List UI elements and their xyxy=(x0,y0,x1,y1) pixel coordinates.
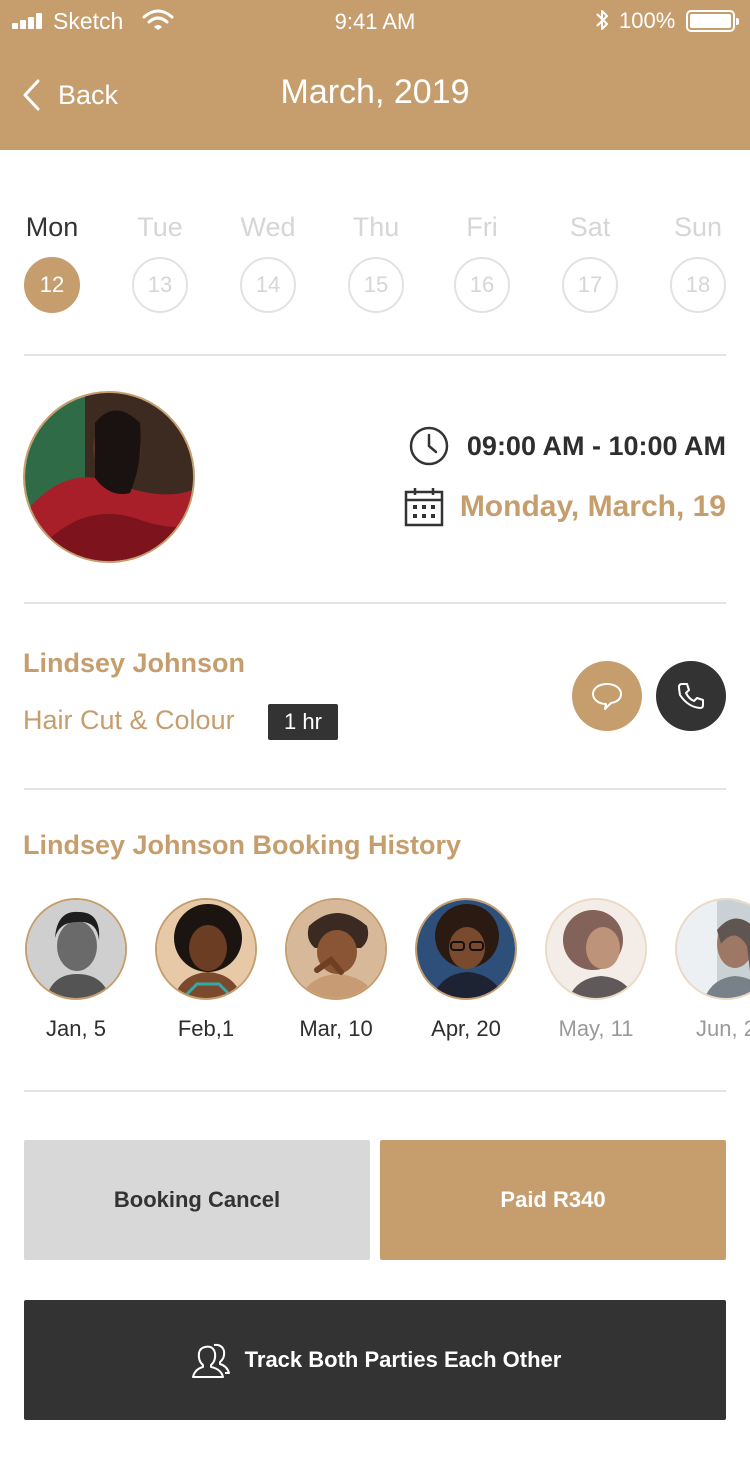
day-number[interactable]: 17 xyxy=(562,257,618,313)
day-sun[interactable]: Sun 18 xyxy=(670,208,726,313)
call-button[interactable] xyxy=(656,661,726,731)
client-avatar xyxy=(23,391,195,563)
history-date: Apr, 20 xyxy=(431,1016,501,1041)
chat-bubble-icon xyxy=(592,683,622,710)
history-item[interactable]: Apr, 20 xyxy=(401,898,531,1042)
day-number[interactable]: 15 xyxy=(348,257,404,313)
history-item[interactable]: May, 11 xyxy=(531,898,661,1042)
phone-icon xyxy=(678,683,704,709)
paid-button[interactable]: Paid R340 xyxy=(380,1140,726,1260)
history-title: Lindsey Johnson Booking History xyxy=(23,830,462,860)
day-number[interactable]: 14 xyxy=(240,257,296,313)
history-avatar xyxy=(415,898,517,1000)
day-name: Thu xyxy=(352,212,400,242)
history-item[interactable]: Jun, 2 xyxy=(661,898,750,1042)
history-item[interactable]: Jan, 5 xyxy=(11,898,141,1042)
header: Sketch 9:41 AM 100% Back March, 2019 xyxy=(0,0,750,150)
day-number[interactable]: 18 xyxy=(670,257,726,313)
day-name: Fri xyxy=(466,212,498,242)
battery-percent: 100% xyxy=(619,8,676,33)
appointment-date-text: Monday, March, 19 xyxy=(459,490,726,523)
day-wed[interactable]: Wed 14 xyxy=(240,208,296,313)
day-name: Sat xyxy=(569,212,611,242)
history-avatar xyxy=(675,898,750,1000)
divider xyxy=(24,788,726,790)
history-item[interactable]: Mar, 10 xyxy=(271,898,401,1042)
track-parties-button[interactable]: Track Both Parties Each Other xyxy=(24,1300,726,1420)
page-title: March, 2019 xyxy=(280,73,470,111)
day-mon[interactable]: Mon 12 xyxy=(24,208,80,313)
day-fri[interactable]: Fri 16 xyxy=(454,208,510,313)
status-bar: Sketch 9:41 AM 100% xyxy=(0,0,750,42)
booking-cancel-button[interactable]: Booking Cancel xyxy=(24,1140,370,1260)
track-parties-label: Track Both Parties Each Other xyxy=(244,1347,562,1372)
appointment-date: Monday, March, 19 xyxy=(404,487,726,527)
day-number[interactable]: 16 xyxy=(454,257,510,313)
day-name: Tue xyxy=(137,212,183,242)
calendar-icon xyxy=(404,488,444,527)
history-item[interactable]: Feb,1 xyxy=(141,898,271,1042)
day-number[interactable]: 12 xyxy=(24,257,80,313)
history-date: May, 11 xyxy=(558,1016,634,1041)
bluetooth-icon xyxy=(596,10,608,30)
history-avatar xyxy=(545,898,647,1000)
history-avatar xyxy=(285,898,387,1000)
history-date: Mar, 10 xyxy=(299,1016,373,1041)
day-name: Mon xyxy=(25,212,79,242)
history-date: Jun, 2 xyxy=(696,1016,750,1041)
day-tue[interactable]: Tue 13 xyxy=(132,208,188,313)
duration-badge: 1 hr xyxy=(268,704,338,740)
day-thu[interactable]: Thu 15 xyxy=(348,208,404,313)
appointment-time: 09:00 AM - 10:00 AM xyxy=(409,426,726,466)
history-date: Feb,1 xyxy=(177,1016,235,1041)
day-sat[interactable]: Sat 17 xyxy=(562,208,618,313)
client-name: Lindsey Johnson xyxy=(23,648,246,678)
history-date: Jan, 5 xyxy=(46,1016,106,1041)
divider xyxy=(24,602,726,604)
day-number[interactable]: 13 xyxy=(132,257,188,313)
appointment-time-range: 09:00 AM - 10:00 AM xyxy=(466,430,726,461)
service-name: Hair Cut & Colour xyxy=(23,705,235,735)
week-selector: Mon 12 Tue 13 Wed 14 Thu 15 Fri 16 Sat 1… xyxy=(24,208,726,318)
divider xyxy=(24,354,726,356)
message-button[interactable] xyxy=(572,661,642,731)
battery-icon xyxy=(686,10,739,32)
divider xyxy=(24,1090,726,1092)
day-name: Sun xyxy=(673,212,723,242)
history-avatar xyxy=(155,898,257,1000)
users-icon xyxy=(191,1343,230,1378)
clock-icon xyxy=(409,426,449,466)
history-avatar xyxy=(25,898,127,1000)
day-name: Wed xyxy=(240,212,296,242)
history-carousel[interactable]: Jan, 5 Feb,1 Mar, 10 Apr, 20 May, 11 Jun… xyxy=(0,898,750,1058)
